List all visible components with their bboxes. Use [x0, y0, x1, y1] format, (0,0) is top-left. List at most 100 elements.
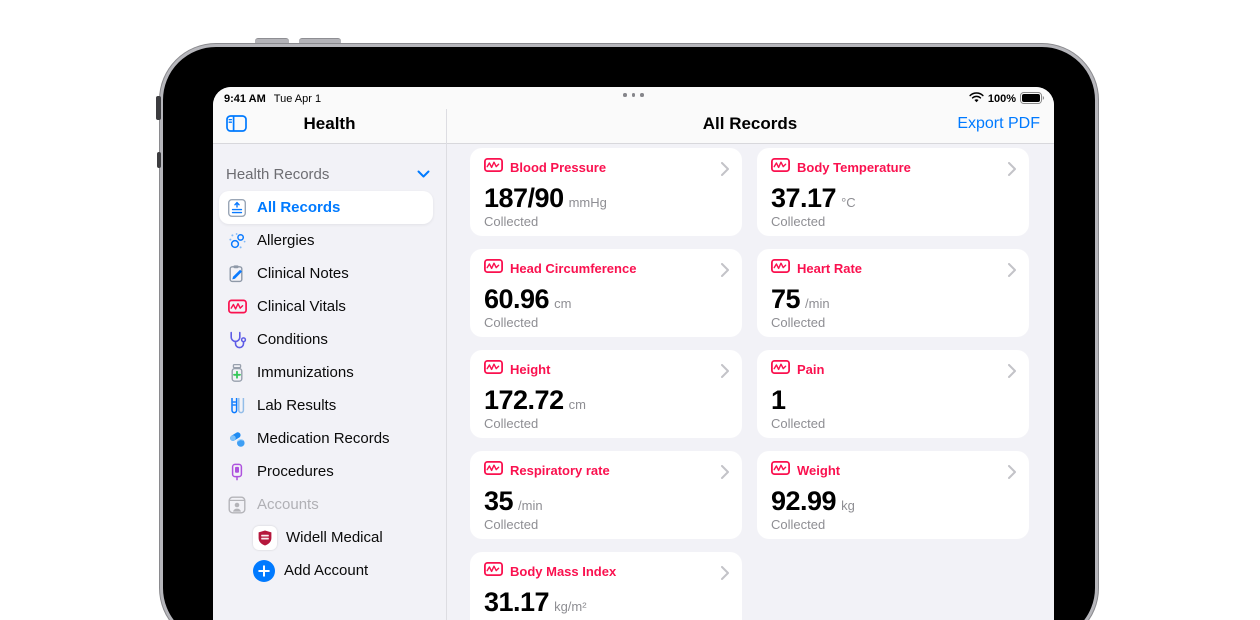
vitals-waveform-icon — [771, 259, 790, 278]
sidebar-item-label: Immunizations — [257, 364, 354, 381]
record-card-pain[interactable]: Pain 1 Collected — [757, 350, 1029, 438]
record-unit: cm — [554, 296, 571, 311]
medication-records-icon — [226, 428, 248, 450]
sidebar-item-label: Conditions — [257, 331, 328, 348]
wifi-icon — [969, 92, 984, 106]
record-value: 37.17 — [771, 183, 836, 213]
record-unit: °C — [841, 195, 856, 210]
record-value: 31.17 — [484, 587, 549, 617]
app-title: Health — [213, 114, 446, 134]
record-status: Collected — [771, 416, 1015, 431]
record-unit: kg/m² — [554, 599, 587, 614]
record-label: Body Temperature — [797, 160, 911, 175]
clinical-vitals-icon — [226, 296, 248, 318]
sidebar-item-add-account[interactable]: Add Account — [219, 554, 433, 587]
sidebar-item-all-records[interactable]: All Records — [219, 191, 433, 224]
sidebar-item-clinical-notes[interactable]: Clinical Notes — [219, 257, 433, 290]
record-label: Blood Pressure — [510, 160, 606, 175]
record-status: Collected — [484, 315, 728, 330]
record-value: 187/90 — [484, 183, 564, 213]
vitals-waveform-icon — [771, 360, 790, 379]
vitals-waveform-icon — [484, 158, 503, 177]
lab-results-icon — [226, 395, 248, 417]
chevron-down-icon — [417, 165, 430, 183]
record-status: Collected — [484, 517, 728, 532]
record-value: 75 — [771, 284, 800, 314]
side-button — [157, 152, 161, 168]
record-value: 1 — [771, 385, 786, 415]
vitals-waveform-icon — [771, 158, 790, 177]
sidebar-divider — [446, 109, 447, 620]
chevron-right-icon — [721, 566, 729, 585]
record-status: Collected — [484, 214, 728, 229]
record-card-body-mass-index[interactable]: Body Mass Index 31.17kg/m² Collected — [470, 552, 742, 620]
chevron-right-icon — [1008, 162, 1016, 181]
allergies-icon — [226, 230, 248, 252]
record-status: Collected — [484, 416, 728, 431]
sidebar-item-label: Widell Medical — [286, 529, 383, 546]
accounts-icon — [226, 494, 248, 516]
chevron-right-icon — [1008, 465, 1016, 484]
chevron-right-icon — [721, 364, 729, 383]
vitals-waveform-icon — [771, 461, 790, 480]
record-label: Pain — [797, 362, 824, 377]
record-card-weight[interactable]: Weight 92.99 kg Collected — [757, 451, 1029, 539]
record-label: Weight — [797, 463, 840, 478]
sidebar-item-label: Accounts — [257, 496, 319, 513]
chevron-right-icon — [721, 263, 729, 282]
sidebar-item-label: All Records — [257, 199, 340, 216]
record-label: Heart Rate — [797, 261, 862, 276]
sidebar-item-lab-results[interactable]: Lab Results — [219, 389, 433, 422]
sidebar-item-label: Lab Results — [257, 397, 336, 414]
status-bar-right: 100% — [969, 90, 1045, 108]
sidebar-item-widell-medical[interactable]: Widell Medical — [219, 521, 433, 554]
export-pdf-button[interactable]: Export PDF — [957, 115, 1040, 133]
record-card-head-circumference[interactable]: Head Circumference 60.96cm Collected — [470, 249, 742, 337]
sidebar: Health Records All Records — [213, 145, 446, 620]
sidebar-item-procedures[interactable]: Procedures — [219, 455, 433, 488]
multitasking-handle[interactable] — [213, 93, 1054, 97]
sidebar-item-label: Clinical Notes — [257, 265, 349, 282]
vitals-waveform-icon — [484, 259, 503, 278]
record-unit: mmHg — [569, 195, 607, 210]
clinical-notes-icon — [226, 263, 248, 285]
record-card-body-temperature[interactable]: Body Temperature 37.17 °C Collected — [757, 148, 1029, 236]
record-value: 172.72 — [484, 385, 564, 415]
procedures-icon — [226, 461, 248, 483]
chevron-right-icon — [1008, 263, 1016, 282]
sidebar-item-clinical-vitals[interactable]: Clinical Vitals — [219, 290, 433, 323]
all-records-icon — [226, 197, 248, 219]
clock: 9:41 AM — [224, 93, 266, 105]
sidebar-item-label: Allergies — [257, 232, 315, 249]
conditions-icon — [226, 329, 248, 351]
record-card-heart-rate[interactable]: Heart Rate 75/min Collected — [757, 249, 1029, 337]
sidebar-item-allergies[interactable]: Allergies — [219, 224, 433, 257]
record-status: Collected — [771, 517, 1015, 532]
record-label: Height — [510, 362, 550, 377]
record-unit: cm — [569, 397, 586, 412]
sidebar-item-label: Medication Records — [257, 430, 390, 447]
sidebar-item-conditions[interactable]: Conditions — [219, 323, 433, 356]
record-unit: kg — [841, 498, 855, 513]
sidebar-item-medication-records[interactable]: Medication Records — [219, 422, 433, 455]
record-card-respiratory-rate[interactable]: Respiratory rate 35/min Collected — [470, 451, 742, 539]
chevron-right-icon — [1008, 364, 1016, 383]
chevron-right-icon — [721, 465, 729, 484]
record-value: 92.99 — [771, 486, 836, 516]
record-card-blood-pressure[interactable]: Blood Pressure 187/90 mmHg Collected — [470, 148, 742, 236]
status-bar-left: 9:41 AM Tue Apr 1 — [224, 90, 321, 108]
sidebar-item-label: Add Account — [284, 562, 368, 579]
sidebar-item-label: Procedures — [257, 463, 334, 480]
sidebar-item-label: Clinical Vitals — [257, 298, 346, 315]
battery-icon — [1020, 92, 1045, 107]
record-status: Collected — [771, 315, 1015, 330]
section-label: Health Records — [226, 166, 329, 183]
sidebar-item-immunizations[interactable]: Immunizations — [219, 356, 433, 389]
record-card-height[interactable]: Height 172.72 cm Collected — [470, 350, 742, 438]
sidebar-section-health-records[interactable]: Health Records — [219, 157, 433, 191]
vitals-waveform-icon — [484, 461, 503, 480]
record-status: Collected — [771, 214, 1015, 229]
date: Tue Apr 1 — [274, 93, 321, 105]
sidebar-item-accounts[interactable]: Accounts — [219, 488, 433, 521]
record-unit: /min — [805, 296, 830, 311]
